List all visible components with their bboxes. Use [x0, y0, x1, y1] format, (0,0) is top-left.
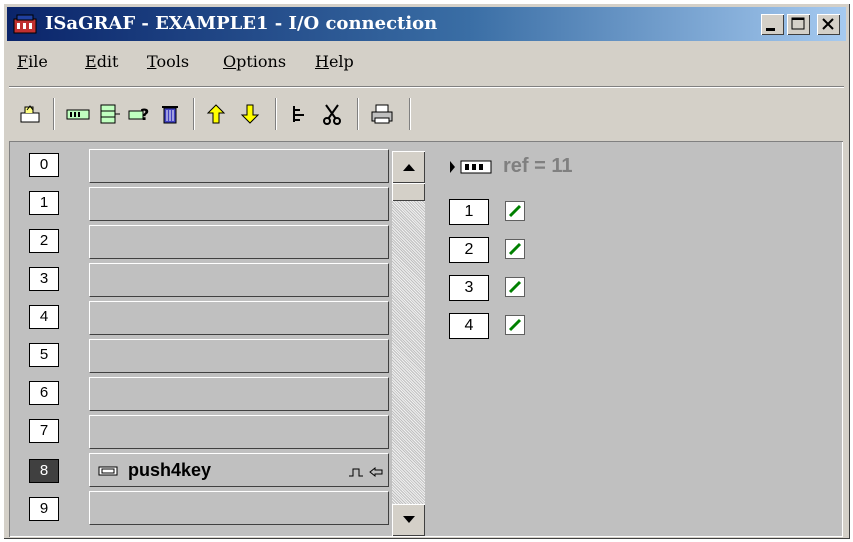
- channel-number-6[interactable]: 6: [29, 381, 59, 405]
- bit-number-2[interactable]: 2: [449, 237, 489, 263]
- help-board-icon: ?: [128, 105, 149, 124]
- tree-button[interactable]: [287, 100, 313, 128]
- arrow-up-icon: [206, 104, 226, 124]
- isagraf-app-icon: [13, 14, 37, 34]
- channel-slot-5[interactable]: [89, 339, 389, 373]
- check-icon: [508, 280, 522, 294]
- channel-number-4[interactable]: 4: [29, 305, 59, 329]
- channel-slot-2[interactable]: [89, 225, 389, 259]
- stack-board-button[interactable]: [97, 100, 123, 128]
- stack-board-icon: [100, 104, 120, 124]
- help-board-button[interactable]: ?: [127, 100, 153, 128]
- open-icon: [20, 105, 40, 123]
- channel-slot-9[interactable]: [89, 491, 389, 525]
- move-up-button[interactable]: [203, 100, 229, 128]
- check-icon: [508, 204, 522, 218]
- close-button[interactable]: [817, 14, 840, 35]
- arrow-down-icon: [240, 104, 260, 124]
- cut-button[interactable]: [319, 100, 345, 128]
- bit-checkbox-2[interactable]: [505, 239, 525, 259]
- bit-checkbox-4[interactable]: [505, 315, 525, 335]
- arrow-down-icon: [402, 516, 415, 523]
- arrow-up-icon: [402, 164, 415, 171]
- expand-board-icon[interactable]: [449, 159, 495, 175]
- channel-slot-7[interactable]: [89, 415, 389, 449]
- channel-number-2[interactable]: 2: [29, 229, 59, 253]
- window-title: ISaGRAF - EXAMPLE1 - I/O connection: [45, 13, 438, 34]
- channel-slot-8[interactable]: push4key: [89, 453, 389, 487]
- menu-file[interactable]: File: [17, 52, 48, 71]
- minimize-icon: [766, 28, 775, 31]
- maximize-button[interactable]: [787, 14, 810, 35]
- slot-board-name: push4key: [128, 460, 212, 480]
- io-connection-panel: 0 1 2 3 4 5 6 7 8 9 push4key ref = 11 1 …: [9, 141, 843, 537]
- scrollbar-track[interactable]: [392, 151, 425, 536]
- trash-icon: [162, 106, 178, 124]
- menu-bar: File Edit Tools Options Help: [7, 52, 846, 78]
- check-icon: [508, 318, 522, 332]
- tree-icon: [293, 106, 304, 122]
- board-ref-label: ref = 11: [503, 155, 573, 177]
- toolbar: ?: [9, 94, 844, 136]
- move-down-button[interactable]: [237, 100, 263, 128]
- minimize-button[interactable]: [761, 14, 784, 35]
- cut-icon: [323, 104, 341, 125]
- channel-slot-1[interactable]: [89, 187, 389, 221]
- menu-tools[interactable]: Tools: [147, 52, 189, 71]
- channel-number-8[interactable]: 8: [29, 459, 59, 483]
- open-button[interactable]: [17, 100, 43, 128]
- channel-number-5[interactable]: 5: [29, 343, 59, 367]
- channel-number-0[interactable]: 0: [29, 153, 59, 177]
- channel-number-7[interactable]: 7: [29, 419, 59, 443]
- bit-number-4[interactable]: 4: [449, 313, 489, 339]
- board-button[interactable]: [65, 100, 91, 128]
- check-icon: [508, 242, 522, 256]
- scroll-down-button[interactable]: [392, 504, 425, 536]
- bit-checkbox-1[interactable]: [505, 201, 525, 221]
- menu-options[interactable]: Options: [223, 52, 286, 71]
- maximize-icon: [791, 17, 805, 30]
- svg-text:?: ?: [140, 105, 149, 124]
- title-bar[interactable]: ISaGRAF - EXAMPLE1 - I/O connection: [7, 7, 846, 41]
- delete-button[interactable]: [157, 100, 183, 128]
- menu-edit[interactable]: Edit: [85, 52, 118, 71]
- bit-number-3[interactable]: 3: [449, 275, 489, 301]
- bit-number-1[interactable]: 1: [449, 199, 489, 225]
- channel-number-9[interactable]: 9: [29, 497, 59, 521]
- app-window: ISaGRAF - EXAMPLE1 - I/O connection File…: [3, 3, 850, 539]
- channel-slot-6[interactable]: [89, 377, 389, 411]
- channel-number-1[interactable]: 1: [29, 191, 59, 215]
- channel-slot-3[interactable]: [89, 263, 389, 297]
- print-icon: [371, 104, 393, 124]
- close-icon: [822, 18, 834, 30]
- board-icon: [66, 109, 90, 120]
- menu-help[interactable]: Help: [315, 52, 354, 71]
- channel-number-3[interactable]: 3: [29, 267, 59, 291]
- menu-separator: [9, 86, 844, 88]
- channel-slot-0[interactable]: [89, 149, 389, 183]
- board-icon: [98, 466, 118, 476]
- pulse-arrow-icon: [349, 466, 383, 478]
- scrollbar-thumb[interactable]: [392, 183, 425, 201]
- bit-checkbox-3[interactable]: [505, 277, 525, 297]
- scroll-up-button[interactable]: [392, 151, 425, 183]
- print-button[interactable]: [369, 100, 395, 128]
- channel-slot-4[interactable]: [89, 301, 389, 335]
